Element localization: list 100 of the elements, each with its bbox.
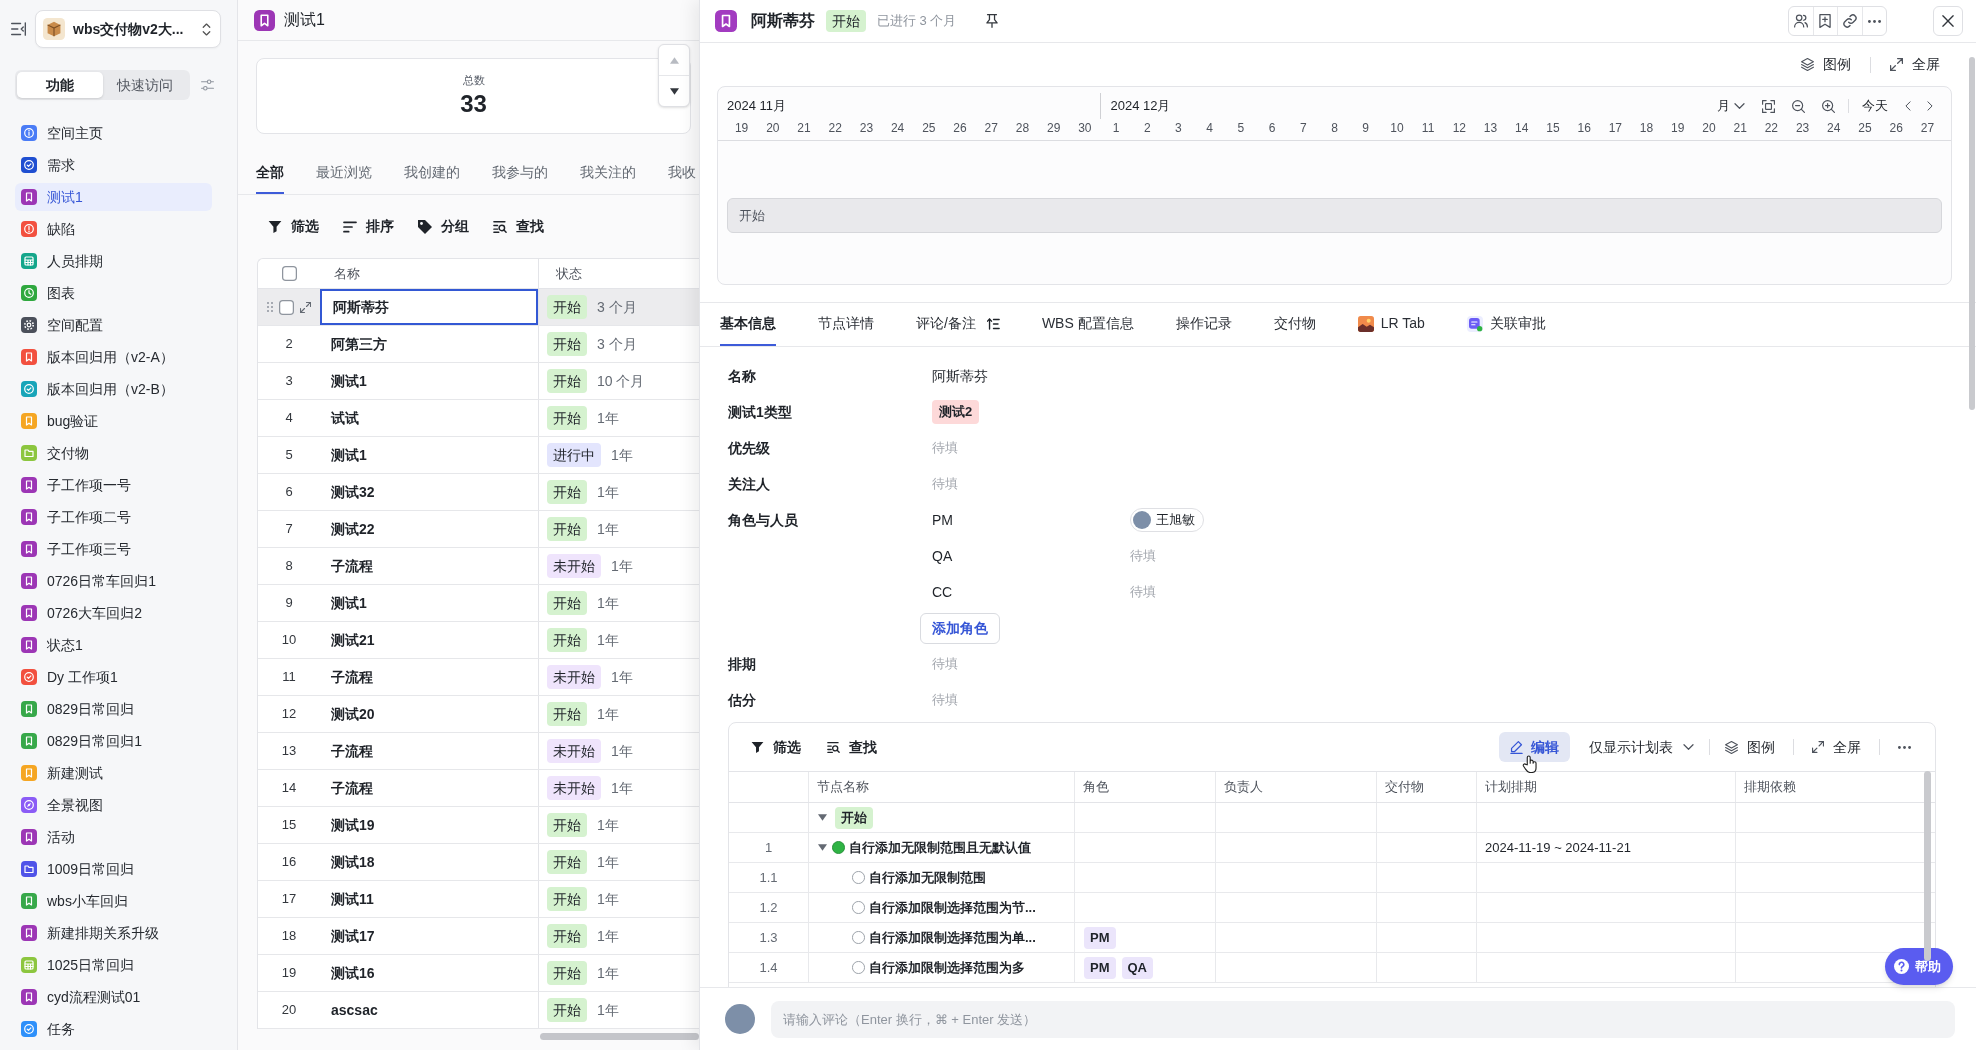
table-cell[interactable]: 测试1 [320, 363, 538, 399]
sidebar-item[interactable]: 状态1 [15, 631, 212, 659]
detail-tab[interactable]: 关联审批 [1466, 303, 1546, 346]
sidebar-item[interactable]: 0829日常回归 [15, 695, 212, 723]
toolbar-button[interactable]: 排序 [343, 216, 394, 237]
table-cell[interactable]: 测试1 [320, 437, 538, 473]
table-cell[interactable]: 子流程 [320, 733, 538, 769]
bookmark-plus-icon[interactable] [1818, 14, 1833, 28]
fit-screen-icon[interactable] [1762, 99, 1775, 113]
sidebar-item[interactable]: wbs小车回归 [15, 887, 212, 915]
help-button[interactable]: 帮助 [1885, 948, 1953, 985]
edit-button[interactable]: 编辑 [1499, 732, 1570, 762]
table-row[interactable]: 18 测试17 开始 1年 [258, 918, 699, 955]
table-row[interactable]: 10 测试21 开始 1年 [258, 622, 699, 659]
table-row[interactable]: 阿斯蒂芬 开始 3 个月 [258, 289, 699, 326]
sidebar-item[interactable]: 子工作项三号 [15, 535, 212, 563]
caret-down-icon[interactable] [818, 814, 827, 821]
scrollbar[interactable] [1924, 771, 1931, 961]
table-row[interactable]: 17 测试11 开始 1年 [258, 881, 699, 918]
sidebar-item[interactable]: 图表 [15, 279, 212, 307]
table-cell[interactable]: 测试18 [320, 844, 538, 880]
toolbar-button[interactable]: 分组 [418, 216, 469, 237]
sidebar-item[interactable]: 版本回归用（v2-A） [15, 343, 212, 371]
checkbox[interactable] [279, 299, 294, 315]
sidebar-item[interactable]: Dy 工作项1 [15, 663, 212, 691]
add-role-button[interactable]: 添加角色 [920, 612, 1000, 644]
view-action-button[interactable]: 图例 [1801, 54, 1851, 75]
table-cell[interactable]: 子流程 [320, 659, 538, 695]
link-icon[interactable] [1842, 14, 1857, 28]
table-cell[interactable]: 测试16 [320, 955, 538, 991]
sidebar-item[interactable]: 新建排期关系升级 [15, 919, 212, 947]
timeline-bar[interactable]: 开始 [727, 198, 1942, 233]
table-row[interactable]: 13 子流程 未开始 1年 [258, 733, 699, 770]
table-cell[interactable]: 阿斯蒂芬 [320, 289, 538, 325]
table-row[interactable]: 6 测试32 开始 1年 [258, 474, 699, 511]
table-row[interactable]: 14 子流程 未开始 1年 [258, 770, 699, 807]
table-cell[interactable]: 测试11 [320, 881, 538, 917]
table-cell[interactable]: 阿第三方 [320, 326, 538, 362]
sidebar-item[interactable]: 0726大车回归2 [15, 599, 212, 627]
detail-tab[interactable]: 节点详情 [818, 303, 874, 346]
toolbar-button[interactable]: 查找 [493, 216, 544, 237]
table-row[interactable]: 16 测试18 开始 1年 [258, 844, 699, 881]
sidebar-item[interactable]: 新建测试 [15, 759, 212, 787]
table-row[interactable]: 2 阿第三方 开始 3 个月 [258, 326, 699, 363]
sidebar-item[interactable]: 0829日常回归1 [15, 727, 212, 755]
today-button[interactable]: 今天 [1862, 96, 1888, 116]
sidebar-item[interactable]: 需求 [15, 151, 212, 179]
sidebar-item[interactable]: 1025日常回归 [15, 951, 212, 979]
sidebar-tab[interactable]: 功能 [17, 72, 103, 98]
table-row[interactable]: 5 测试1 进行中 1年 [258, 437, 699, 474]
collapse-sidebar-icon[interactable] [11, 22, 26, 36]
fullscreen-button[interactable]: 全屏 [1812, 736, 1861, 758]
table-cell[interactable]: 试试 [320, 400, 538, 436]
sidebar-item[interactable]: 1009日常回归 [15, 855, 212, 883]
detail-tab[interactable]: LR Tab [1357, 303, 1425, 346]
chevron-left-icon[interactable] [1905, 101, 1911, 111]
table-cell[interactable]: 测试17 [320, 918, 538, 954]
table-row[interactable]: 9 测试1 开始 1年 [258, 585, 699, 622]
sliders-icon[interactable] [201, 79, 214, 91]
table-cell[interactable]: 测试32 [320, 474, 538, 510]
sidebar-item[interactable]: 全景视图 [15, 791, 212, 819]
users-icon[interactable] [1793, 14, 1808, 28]
sidebar-item[interactable]: 交付物 [15, 439, 212, 467]
drag-handle-icon[interactable] [267, 302, 273, 312]
sidebar-item[interactable]: 任务 [15, 1015, 212, 1043]
person-chip[interactable]: 王旭敏 [1130, 508, 1204, 532]
sidebar-item[interactable]: cyd流程测试01 [15, 983, 212, 1011]
sidebar-item[interactable]: 缺陷 [15, 215, 212, 243]
sidebar-item[interactable]: 空间主页 [15, 119, 212, 147]
detail-tab[interactable]: WBS 配置信息 [1041, 303, 1134, 346]
close-button[interactable] [1933, 6, 1963, 36]
table-row[interactable]: 19 测试16 开始 1年 [258, 955, 699, 992]
view-tab[interactable]: 我参与的 [492, 152, 548, 194]
zoom-in-icon[interactable] [1822, 99, 1835, 113]
detail-tab[interactable]: 基本信息 [720, 303, 776, 346]
checkbox[interactable] [281, 266, 297, 281]
toolbar-button[interactable]: 筛选 [268, 216, 319, 237]
table-row[interactable]: 12 测试20 开始 1年 [258, 696, 699, 733]
chevron-right-icon[interactable] [1927, 101, 1933, 111]
caret-down-icon[interactable] [818, 844, 827, 851]
table-row[interactable]: 15 测试19 开始 1年 [258, 807, 699, 844]
sidebar-item[interactable]: 空间配置 [15, 311, 212, 339]
table-cell[interactable]: 测试1 [320, 585, 538, 621]
table-row[interactable]: 20 ascsac 开始 1年 [258, 992, 699, 1029]
sidebar-item[interactable]: 子工作项二号 [15, 503, 212, 531]
sidebar-item[interactable]: 子工作项一号 [15, 471, 212, 499]
view-tab[interactable]: 最近浏览 [316, 152, 372, 194]
sidebar-item[interactable]: 人员排期 [15, 247, 212, 275]
table-row[interactable]: 11 子流程 未开始 1年 [258, 659, 699, 696]
table-cell[interactable]: 子流程 [320, 548, 538, 584]
scrollbar[interactable] [540, 1033, 699, 1040]
comment-input[interactable]: 请输入评论（Enter 换行，⌘ + Enter 发送） [771, 1000, 1955, 1038]
scrollbar[interactable] [1969, 57, 1975, 410]
sidebar-item[interactable]: 版本回归用（v2-B） [15, 375, 212, 403]
view-select[interactable]: 仅显示计划表 [1589, 736, 1694, 758]
view-tab[interactable]: 全部 [256, 152, 284, 194]
sidebar-item[interactable]: bug验证 [15, 407, 212, 435]
scale-select[interactable]: 月 [1717, 96, 1745, 116]
sidebar-item[interactable]: 0726日常车回归1 [15, 567, 212, 595]
zoom-out-icon[interactable] [1792, 99, 1805, 113]
